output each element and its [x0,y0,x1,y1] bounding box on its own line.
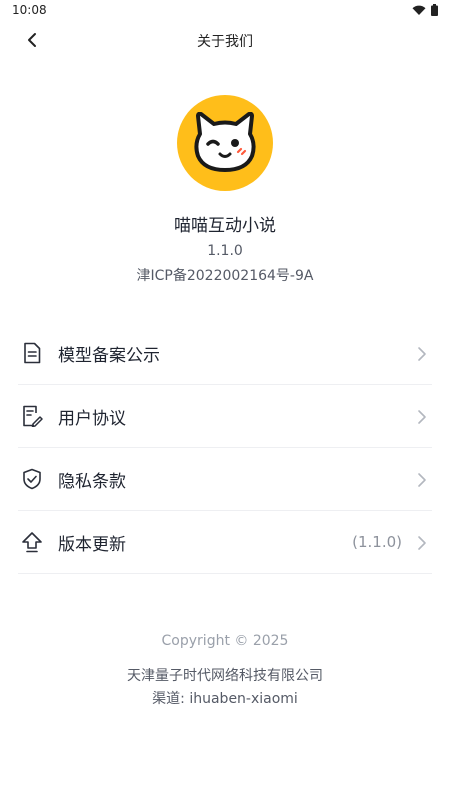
agreement-pen-icon [20,404,44,428]
menu-list: 模型备案公示 用户协议 隐私条款 版本更新 (1.1.0) [18,322,432,574]
chevron-right-icon [418,347,426,361]
menu-item-value: (1.1.0) [352,533,402,551]
chevron-right-icon [418,536,426,550]
shield-check-icon [20,467,44,491]
upload-arrow-icon [20,530,44,554]
company-name: 天津量子时代网络科技有限公司 [127,668,323,684]
nav-bar: 关于我们 [0,22,450,58]
battery-icon [431,4,438,16]
cat-face-logo [194,112,256,172]
document-icon [20,341,44,365]
app-version: 1.1.0 [207,243,243,259]
chevron-right-icon [418,473,426,487]
menu-item-model-filing[interactable]: 模型备案公示 [18,322,432,385]
menu-item-privacy-policy[interactable]: 隐私条款 [18,448,432,511]
app-logo [177,95,273,191]
app-name: 喵喵互动小说 [174,216,276,236]
menu-item-label: 隐私条款 [58,471,126,492]
status-time: 10:08 [12,3,47,17]
wifi-icon [412,5,426,15]
chevron-right-icon [418,410,426,424]
menu-item-label: 模型备案公示 [58,345,160,366]
menu-item-version-update[interactable]: 版本更新 (1.1.0) [18,511,432,574]
page-title: 关于我们 [197,34,253,50]
copyright-text: Copyright © 2025 [161,633,289,649]
status-bar: 10:08 [0,0,450,22]
status-icons [412,4,438,16]
menu-item-label: 版本更新 [58,534,126,555]
icp-number: 津ICP备2022002164号-9A [136,268,314,284]
menu-item-user-agreement[interactable]: 用户协议 [18,385,432,448]
menu-item-label: 用户协议 [58,408,126,429]
channel-text: 渠道: ihuaben-xiaomi [152,691,298,707]
